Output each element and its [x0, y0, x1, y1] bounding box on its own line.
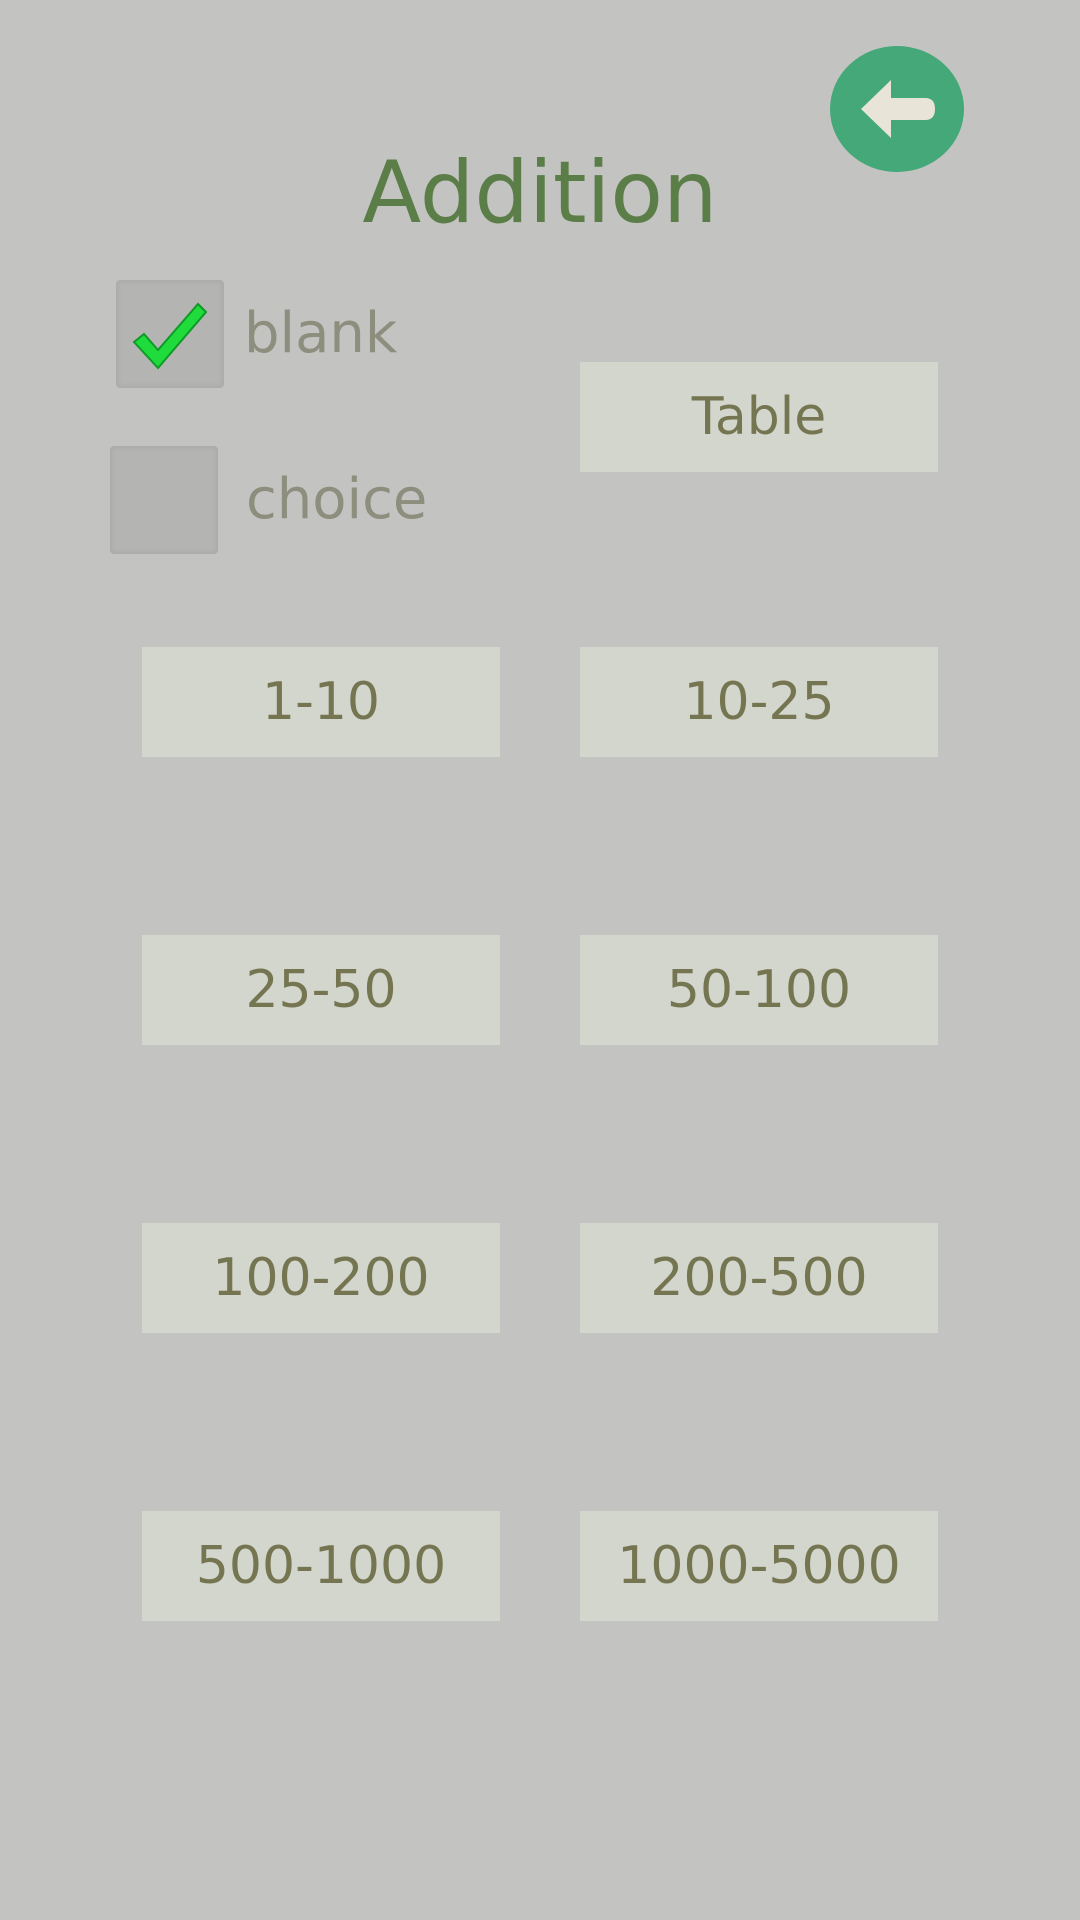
range-button-10-25[interactable]: 10-25: [580, 647, 938, 757]
range-button-1000-5000[interactable]: 1000-5000: [580, 1511, 938, 1621]
choice-option[interactable]: choice: [110, 446, 427, 554]
checkmark-icon: [132, 302, 208, 370]
page-title: Addition: [362, 143, 718, 243]
table-button[interactable]: Table: [580, 362, 938, 472]
range-button-200-500[interactable]: 200-500: [580, 1223, 938, 1333]
blank-label: blank: [244, 301, 398, 366]
range-button-1-10[interactable]: 1-10: [142, 647, 500, 757]
range-button-100-200[interactable]: 100-200: [142, 1223, 500, 1333]
choice-label: choice: [246, 467, 428, 532]
blank-option[interactable]: blank: [116, 280, 397, 388]
choice-checkbox[interactable]: [110, 446, 218, 554]
blank-checkbox[interactable]: [116, 280, 224, 388]
range-button-25-50[interactable]: 25-50: [142, 935, 500, 1045]
range-button-500-1000[interactable]: 500-1000: [142, 1511, 500, 1621]
range-button-50-100[interactable]: 50-100: [580, 935, 938, 1045]
arrow-left-icon: [861, 80, 935, 138]
